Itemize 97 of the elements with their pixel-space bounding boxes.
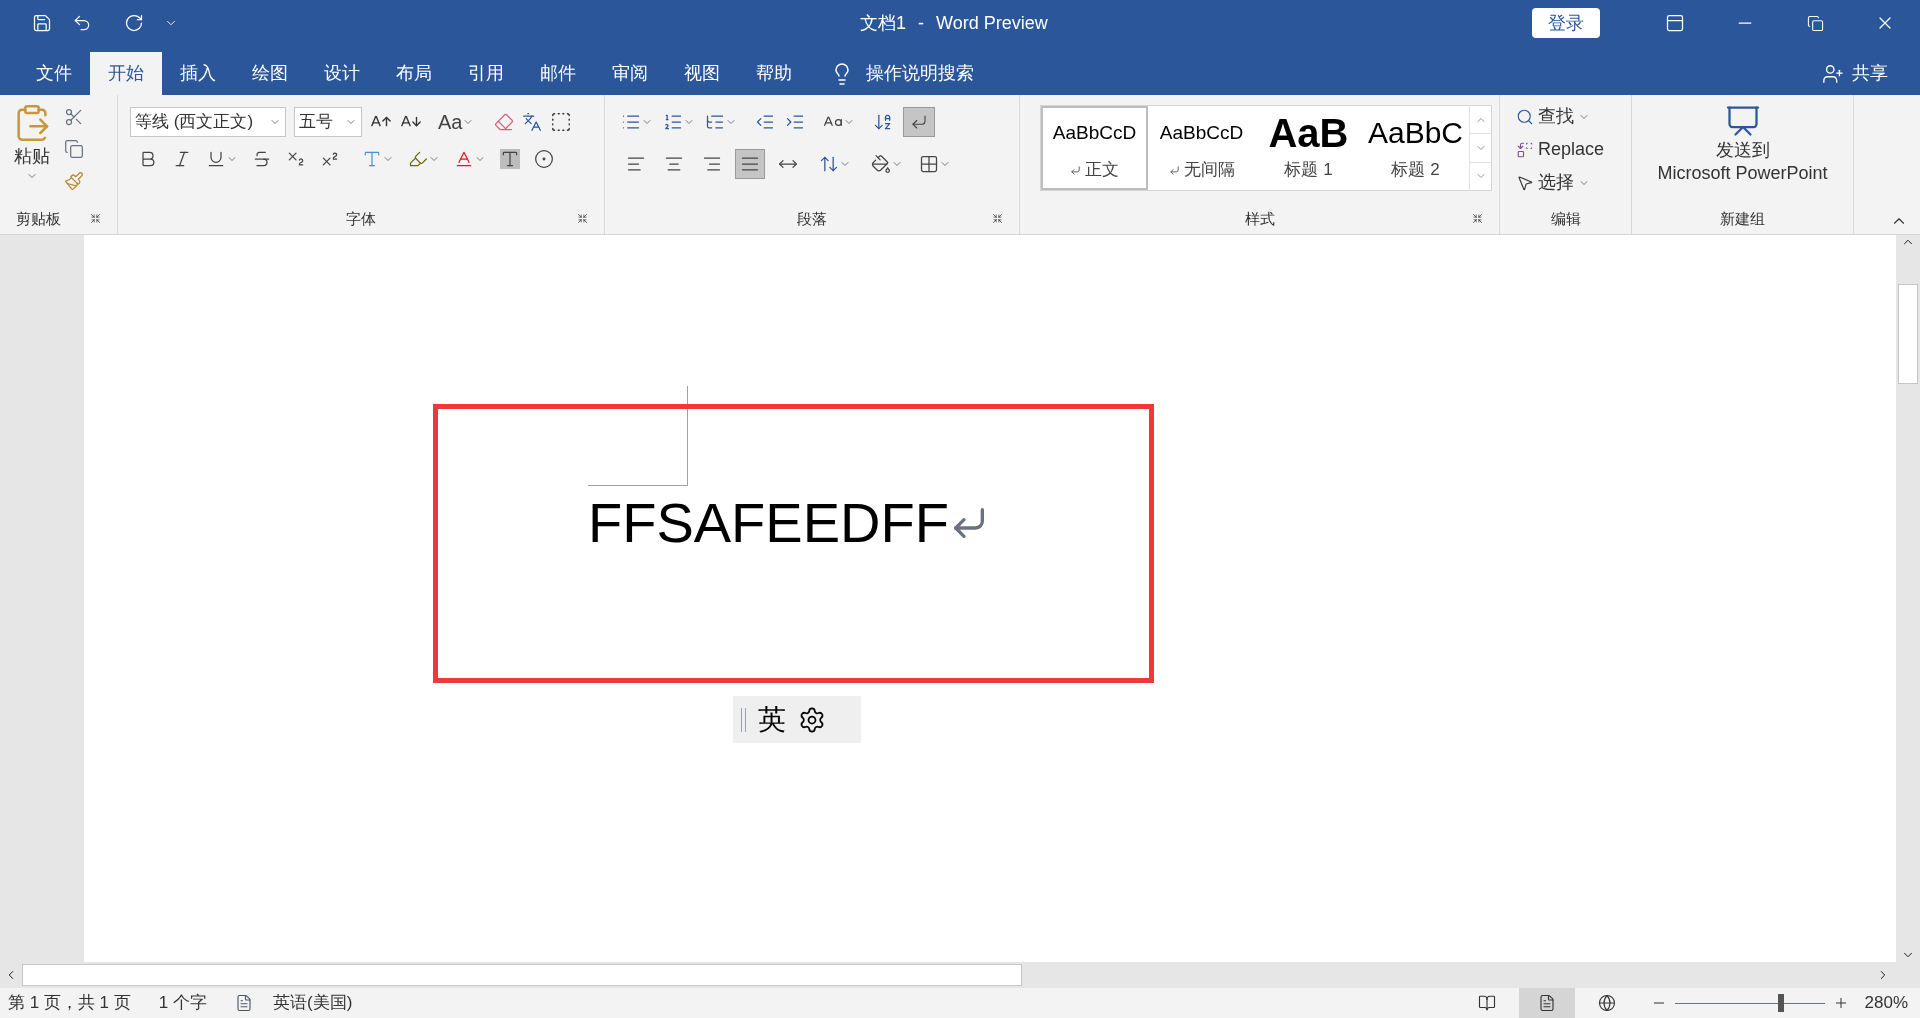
style-item[interactable]: AaB 标题 1 xyxy=(1255,106,1362,190)
dialog-launcher-icon[interactable] xyxy=(1472,213,1483,225)
scrollbar-thumb[interactable] xyxy=(22,964,1022,986)
ribbon-tab[interactable]: 引用 xyxy=(450,52,522,95)
enclose-characters-icon[interactable] xyxy=(534,149,554,169)
highlighter-icon[interactable] xyxy=(408,149,428,169)
font-color-icon[interactable] xyxy=(454,149,474,169)
format-painter-icon[interactable] xyxy=(64,171,84,191)
send-to-label[interactable]: 发送到 xyxy=(1715,139,1770,162)
scrollbar-thumb[interactable] xyxy=(1898,284,1918,384)
ribbon-tab[interactable]: 邮件 xyxy=(522,52,594,95)
ribbon-display-icon[interactable] xyxy=(1665,13,1685,33)
zoom-slider[interactable] xyxy=(1674,994,1825,1012)
dialog-launcher-icon[interactable] xyxy=(992,213,1003,225)
group-label: 剪贴板 xyxy=(16,208,61,229)
font-size-field[interactable]: 五号 xyxy=(294,107,362,137)
formatting-marks-icon xyxy=(910,113,928,131)
select-button[interactable]: 选择 xyxy=(1538,169,1574,196)
ribbon-tab[interactable]: 布局 xyxy=(378,52,450,95)
login-button[interactable]: 登录 xyxy=(1532,8,1600,38)
settings-icon[interactable] xyxy=(798,705,826,734)
input-mode-button[interactable]: 英 xyxy=(758,698,786,741)
style-label: 正文 xyxy=(1085,159,1119,182)
document-text: FFSAFEEDFF xyxy=(588,495,949,551)
ribbon-tab[interactable]: 绘图 xyxy=(234,52,306,95)
style-item[interactable]: AaBbC 标题 2 xyxy=(1362,106,1469,190)
restore-icon[interactable] xyxy=(1806,14,1824,32)
undo-icon[interactable] xyxy=(72,13,92,33)
ribbon-tab[interactable]: 帮助 xyxy=(738,52,810,95)
word-count[interactable]: 1 个字 xyxy=(158,990,207,1016)
group-label: 字体 xyxy=(346,208,376,229)
change-case-button[interactable]: Aa xyxy=(438,107,475,137)
document-title: 文档1 xyxy=(860,11,906,35)
page-count[interactable]: 第 1 页，共 1 页 xyxy=(8,990,131,1016)
align-button[interactable] xyxy=(735,149,765,179)
title-separator: - xyxy=(918,11,924,35)
ribbon-tab[interactable]: 开始 xyxy=(90,52,162,95)
cursor-icon[interactable] xyxy=(1516,173,1534,192)
find-button[interactable]: 查找 xyxy=(1538,103,1574,130)
view-icon xyxy=(1477,994,1496,1012)
paragraph-mark-icon xyxy=(1168,164,1180,176)
dialog-launcher-icon[interactable] xyxy=(90,213,101,225)
share-icon[interactable] xyxy=(1822,62,1844,85)
group-label: 新建组 xyxy=(1720,208,1765,229)
numbering-icon[interactable] xyxy=(663,112,683,132)
ribbon-tab[interactable]: 视图 xyxy=(666,52,738,95)
proofing-icon[interactable] xyxy=(235,994,253,1012)
style-preview: AaBbCcD xyxy=(1159,121,1244,145)
style-item[interactable]: AaBbCcD 正文 xyxy=(1041,106,1148,190)
dialog-launcher-icon[interactable] xyxy=(577,213,588,225)
ribbon-tab[interactable]: 文件 xyxy=(18,52,90,95)
app-name: Word Preview xyxy=(936,11,1048,35)
copy-icon[interactable] xyxy=(64,139,84,159)
cut-icon[interactable] xyxy=(64,107,84,127)
strikethrough-icon[interactable] xyxy=(252,149,272,169)
search-icon[interactable] xyxy=(1516,107,1534,126)
tell-me-search[interactable]: 操作说明搜索 xyxy=(866,60,974,87)
style-preview: AaB xyxy=(1268,113,1349,154)
replace-button[interactable]: Replace xyxy=(1538,136,1605,163)
style-label: 标题 1 xyxy=(1284,159,1333,182)
style-item[interactable]: AaBbCcD 无间隔 xyxy=(1148,106,1255,190)
ribbon-tab[interactable]: 设计 xyxy=(306,52,378,95)
character-shading-icon[interactable] xyxy=(500,149,520,169)
character-border-icon[interactable] xyxy=(550,111,573,133)
sort-icon[interactable] xyxy=(873,112,893,132)
powerpoint-label[interactable]: Microsoft PowerPoint xyxy=(1657,161,1828,184)
show-formatting-marks-button[interactable] xyxy=(903,107,935,137)
clear-formatting-icon[interactable] xyxy=(494,112,515,132)
ribbon-tab[interactable]: 插入 xyxy=(162,52,234,95)
borders-icon[interactable] xyxy=(919,154,939,174)
ribbon-tab[interactable]: 审阅 xyxy=(594,52,666,95)
shading-icon[interactable] xyxy=(871,154,891,174)
font-name-field[interactable]: 等线 (西文正文) xyxy=(130,107,286,137)
view-icon xyxy=(1537,994,1556,1012)
save-icon[interactable] xyxy=(32,13,52,33)
paragraph-mark-icon xyxy=(1070,164,1081,176)
language-indicator[interactable]: 英语(美国) xyxy=(273,990,353,1016)
share-button[interactable]: 共享 xyxy=(1852,60,1888,87)
underline-icon[interactable] xyxy=(206,149,226,169)
zoom-level[interactable]: 280% xyxy=(1864,990,1908,1016)
text-effects-icon[interactable] xyxy=(362,149,382,169)
view-icon xyxy=(1597,994,1616,1012)
view-button[interactable] xyxy=(1518,988,1575,1018)
group-label: 样式 xyxy=(1244,208,1275,229)
line-spacing-icon[interactable] xyxy=(819,154,839,174)
zoom-slider-thumb[interactable] xyxy=(1778,994,1784,1012)
style-label: 标题 2 xyxy=(1391,159,1440,182)
style-preview: AaBbCcD xyxy=(1052,121,1137,145)
style-label: 无间隔 xyxy=(1183,159,1235,182)
group-label: 编辑 xyxy=(1550,208,1581,229)
style-preview: AaBbC xyxy=(1367,115,1464,152)
paste-button[interactable]: 粘贴 xyxy=(14,143,50,170)
send-to-powerpoint-icon[interactable] xyxy=(1724,103,1761,139)
phonetic-guide-icon[interactable] xyxy=(522,112,543,132)
redo-icon[interactable] xyxy=(124,13,144,33)
replace-icon[interactable] xyxy=(1516,140,1534,159)
group-label: 段落 xyxy=(797,208,827,229)
